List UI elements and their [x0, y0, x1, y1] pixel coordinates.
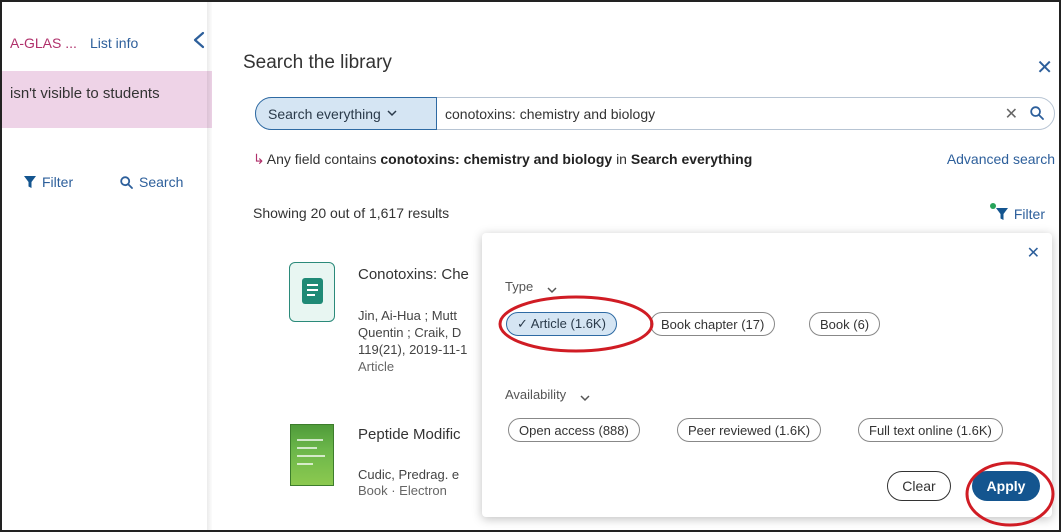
close-icon[interactable]: ✕ [1027, 243, 1040, 263]
result-meta-line: Cudic, Predrag. e [358, 467, 460, 482]
availability-chip-full-text-online[interactable]: Full text online (1.6K) [858, 418, 1003, 442]
left-search-label: Search [139, 174, 184, 190]
result-title[interactable]: Peptide Modific [358, 426, 461, 443]
query-breadcrumb: ↳ Any field contains conotoxins: chemistr… [253, 151, 752, 168]
type-section-toggle[interactable]: Type [505, 279, 557, 294]
type-chip-article[interactable]: ✓ Article (1.6K) [506, 312, 617, 336]
background-page: A-GLAS ... List info isn't visible to st… [0, 0, 212, 532]
share-icon[interactable] [192, 31, 206, 49]
apply-button[interactable]: Apply [972, 471, 1040, 501]
visibility-banner: isn't visible to students [0, 71, 212, 128]
search-icon [120, 175, 133, 189]
left-filter-label: Filter [42, 174, 74, 190]
search-scope-dropdown[interactable]: Search everything [255, 97, 437, 130]
scope-label: Search everything [268, 105, 381, 122]
chevron-down-icon [387, 110, 397, 117]
search-input[interactable]: conotoxins: chemistry and biology [445, 106, 655, 122]
filter-label: Filter [1013, 206, 1045, 222]
crumb-scope: Search everything [630, 151, 753, 167]
close-icon[interactable]: ✕ [1036, 58, 1053, 78]
result-meta-line: 119(21), 2019-11-1 [358, 342, 468, 357]
type-chip-book[interactable]: Book (6) [809, 312, 881, 336]
availability-section-toggle[interactable]: Availability [505, 387, 590, 402]
funnel-icon [24, 175, 36, 188]
clear-button[interactable]: Clear [887, 471, 951, 501]
left-actions: Filter Search [0, 168, 212, 198]
course-code[interactable]: A-GLAS ... [10, 35, 77, 51]
funnel-icon [995, 207, 1008, 220]
article-icon [289, 262, 335, 322]
result-type: Book · Electron [358, 483, 447, 498]
availability-chip-peer-reviewed[interactable]: Peer reviewed (1.6K) [677, 418, 822, 442]
availability-label: Availability [505, 387, 567, 402]
search-icon[interactable] [1030, 106, 1044, 120]
panel-title: Search the library [243, 52, 392, 73]
type-chip-book-chapter[interactable]: Book chapter (17) [650, 312, 776, 336]
chevron-down-icon [547, 287, 557, 294]
clear-query-icon[interactable]: ✕ [1005, 104, 1018, 124]
type-label: Type [505, 279, 534, 294]
banner-text: isn't visible to students [10, 85, 160, 102]
filter-popover: ✕ Type ✓ Article (1.6K) Book chapter (17… [482, 233, 1052, 517]
crumb-term: conotoxins: chemistry and biology [380, 151, 613, 167]
availability-chip-open-access[interactable]: Open access (888) [508, 418, 640, 442]
result-type: Article [358, 359, 395, 374]
list-info-link[interactable]: List info [90, 35, 138, 51]
result-meta-line: Jin, Ai-Hua ; Mutt [358, 308, 457, 323]
search-bar: Search everything conotoxins: chemistry … [255, 97, 1055, 130]
return-arrow-icon: ↳ [253, 151, 265, 167]
advanced-search-link[interactable]: Advanced search [947, 151, 1055, 167]
left-filter-button[interactable]: Filter [24, 174, 73, 190]
result-meta-line: Quentin ; Craik, D [358, 325, 462, 340]
active-filter-dot [989, 203, 996, 209]
result-title[interactable]: Conotoxins: Che [358, 266, 469, 283]
crumb-mid: in [616, 151, 627, 167]
results-count: Showing 20 out of 1,617 results [253, 205, 450, 221]
chevron-down-icon [580, 395, 590, 402]
filter-button[interactable]: Filter [989, 203, 1045, 222]
crumb-prefix: Any field contains [266, 151, 377, 167]
left-search-button[interactable]: Search [120, 174, 183, 190]
book-cover-thumbnail [290, 424, 334, 486]
left-topbar: A-GLAS ... List info [0, 0, 212, 80]
